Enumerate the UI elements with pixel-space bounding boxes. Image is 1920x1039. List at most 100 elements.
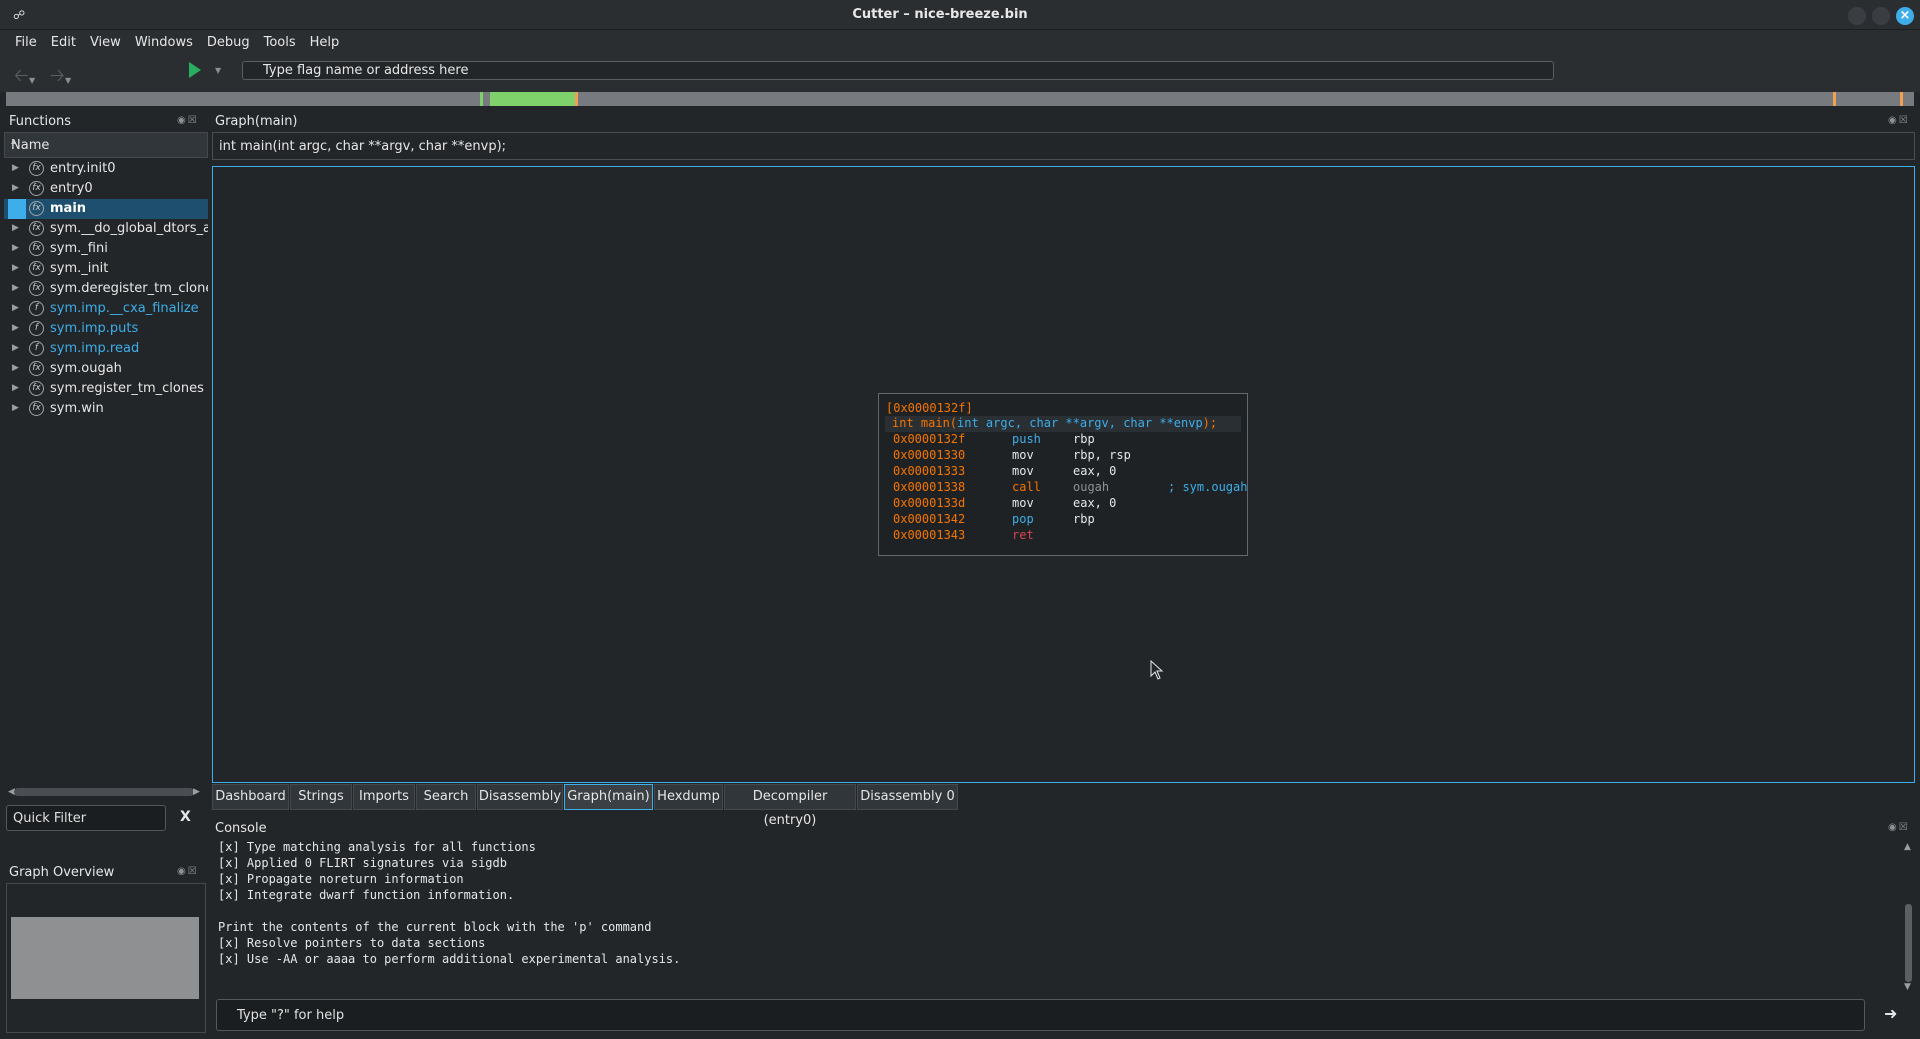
- back-history-caret-icon[interactable]: ▼: [29, 76, 35, 85]
- function-row[interactable]: ▶ f sym.imp.__cxa_finalize: [4, 299, 208, 319]
- tab-graph-main[interactable]: Graph(main): [564, 784, 653, 810]
- console-command-input[interactable]: Type "?" for help: [216, 999, 1865, 1031]
- menu-edit[interactable]: Edit: [44, 32, 83, 53]
- function-name: sym.imp.__cxa_finalize: [50, 301, 199, 316]
- function-name: sym._fini: [50, 241, 108, 256]
- expand-arrow-icon[interactable]: ▶: [12, 263, 19, 273]
- console-line: [x] Use -AA or aaaa to perform additiona…: [218, 952, 681, 966]
- menu-debug[interactable]: Debug: [200, 32, 257, 53]
- console-line: [x] Integrate dwarf function information…: [218, 888, 515, 902]
- toolbar: 🡠 ▼ 🡢 ▼ ▼ Type flag name or address here: [0, 54, 1920, 92]
- tab-dashboard[interactable]: Dashboard: [212, 784, 289, 810]
- function-icon: fx: [29, 161, 44, 176]
- import-function-icon: f: [29, 301, 44, 316]
- graph-basic-block[interactable]: [0x0000132f] int main(int argc, char **a…: [878, 393, 1248, 556]
- expand-arrow-icon[interactable]: ▶: [12, 163, 19, 173]
- quick-filter-clear-button[interactable]: X: [180, 809, 191, 825]
- functions-column-header[interactable]: Name ▴: [4, 132, 208, 158]
- tab-strings[interactable]: Strings: [290, 784, 352, 810]
- title-bar: ☍ Cutter – nice-breeze.bin ×: [0, 0, 1920, 30]
- forward-arrow-icon[interactable]: 🡢: [50, 63, 65, 93]
- function-row[interactable]: ▶ fx sym.ougah: [4, 359, 208, 379]
- expand-arrow-icon[interactable]: ▶: [12, 283, 19, 293]
- function-row[interactable]: ▶ fx sym.register_tm_clones: [4, 379, 208, 399]
- graph-overview-dock-buttons[interactable]: ◉☒: [177, 866, 199, 877]
- function-signature-bar: int main(int argc, char **argv, char **e…: [212, 132, 1915, 160]
- console-line: [x] Applied 0 FLIRT signatures via sigdb: [218, 856, 507, 870]
- functions-list: ▶ fx entry.init0 ▶ fx entry0 fx main ▶ fx sym._…: [4, 159, 208, 784]
- console-send-arrow-icon[interactable]: ➜: [1884, 1004, 1897, 1023]
- function-row[interactable]: ▶ fx entry.init0: [4, 159, 208, 179]
- console-scroll-thumb[interactable]: [1905, 904, 1912, 982]
- import-function-icon: f: [29, 321, 44, 336]
- menu-view[interactable]: View: [83, 32, 128, 53]
- scroll-right-arrow-icon[interactable]: ▶: [193, 787, 200, 797]
- function-icon: fx: [29, 361, 44, 376]
- expand-arrow-icon[interactable]: ▶: [12, 183, 19, 193]
- sort-indicator-icon: ▴: [11, 137, 16, 147]
- functions-dock-buttons[interactable]: ◉☒: [177, 115, 199, 126]
- import-function-icon: f: [29, 341, 44, 356]
- scroll-down-arrow-icon[interactable]: ▼: [1904, 982, 1911, 992]
- function-row[interactable]: ▶ fx entry0: [4, 179, 208, 199]
- debug-menu-caret-icon[interactable]: ▼: [215, 66, 221, 75]
- tab-disassembly[interactable]: Disassembly: [477, 784, 563, 810]
- expand-arrow-icon[interactable]: ▶: [12, 383, 19, 393]
- function-row-selected[interactable]: fx main: [4, 199, 208, 219]
- back-arrow-icon[interactable]: 🡠: [14, 63, 29, 93]
- functions-dock-title: Functions: [9, 114, 72, 129]
- quick-filter-input[interactable]: Quick Filter: [6, 805, 166, 831]
- tab-disassembly-0[interactable]: Disassembly 0: [857, 784, 958, 810]
- block-address-header: [0x0000132f]: [886, 401, 973, 415]
- menu-file[interactable]: File: [8, 32, 44, 53]
- tab-search[interactable]: Search: [416, 784, 476, 810]
- function-row[interactable]: ▶ fx sym.win: [4, 399, 208, 419]
- visual-navbar[interactable]: [6, 92, 1914, 106]
- function-row[interactable]: ▶ fx sym.__do_global_dtors_au: [4, 219, 208, 239]
- menu-tools[interactable]: Tools: [257, 32, 303, 53]
- block-signature-line: int main(int argc, char **argv, char **e…: [885, 416, 1241, 432]
- maximize-button[interactable]: [1872, 7, 1890, 25]
- selection-marker: [8, 199, 26, 219]
- functions-horizontal-scrollbar[interactable]: [14, 788, 194, 796]
- expand-arrow-icon[interactable]: ▶: [12, 223, 19, 233]
- function-row[interactable]: ▶ f sym.imp.puts: [4, 319, 208, 339]
- tab-imports[interactable]: Imports: [353, 784, 415, 810]
- tab-decompiler[interactable]: Decompiler (entry0): [724, 784, 856, 828]
- console-line: [x] Resolve pointers to data sections: [218, 936, 486, 950]
- scroll-up-arrow-icon[interactable]: ▲: [1904, 842, 1911, 852]
- function-icon: fx: [29, 201, 44, 216]
- function-name: sym.imp.read: [50, 341, 140, 356]
- function-row[interactable]: ▶ fx sym._init: [4, 259, 208, 279]
- function-row[interactable]: ▶ f sym.imp.read: [4, 339, 208, 359]
- function-name: sym.ougah: [50, 361, 122, 376]
- console-dock-buttons[interactable]: ◉☒: [1888, 822, 1910, 833]
- graph-overview-title: Graph Overview: [9, 865, 115, 880]
- function-name: sym.register_tm_clones: [50, 381, 204, 396]
- expand-arrow-icon[interactable]: ▶: [12, 243, 19, 253]
- expand-arrow-icon[interactable]: ▶: [12, 403, 19, 413]
- menu-windows[interactable]: Windows: [128, 32, 200, 53]
- close-window-button[interactable]: ×: [1896, 7, 1914, 25]
- graph-overview-viewport[interactable]: [11, 917, 199, 999]
- graph-dock-buttons[interactable]: ◉☒: [1888, 115, 1910, 126]
- function-row[interactable]: ▶ fx sym.deregister_tm_clones: [4, 279, 208, 299]
- forward-history-caret-icon[interactable]: ▼: [65, 76, 71, 85]
- expand-arrow-icon[interactable]: ▶: [12, 303, 19, 313]
- menu-help[interactable]: Help: [303, 32, 347, 53]
- function-name: main: [50, 201, 87, 216]
- play-icon[interactable]: [189, 62, 201, 78]
- console-line: Print the contents of the current block …: [218, 920, 652, 934]
- console-dock-title: Console: [215, 821, 267, 836]
- expand-arrow-icon[interactable]: ▶: [12, 323, 19, 333]
- minimize-button[interactable]: [1848, 7, 1866, 25]
- function-icon: fx: [29, 261, 44, 276]
- expand-arrow-icon[interactable]: ▶: [12, 343, 19, 353]
- function-name: sym.deregister_tm_clones: [50, 281, 208, 296]
- console-vertical-scrollbar[interactable]: ▲ ▼: [1902, 842, 1914, 992]
- expand-arrow-icon[interactable]: ▶: [12, 363, 19, 373]
- graph-dock-title: Graph(main): [215, 114, 298, 129]
- function-row[interactable]: ▶ fx sym._fini: [4, 239, 208, 259]
- address-search-input[interactable]: Type flag name or address here: [242, 61, 1554, 80]
- tab-hexdump[interactable]: Hexdump: [654, 784, 723, 810]
